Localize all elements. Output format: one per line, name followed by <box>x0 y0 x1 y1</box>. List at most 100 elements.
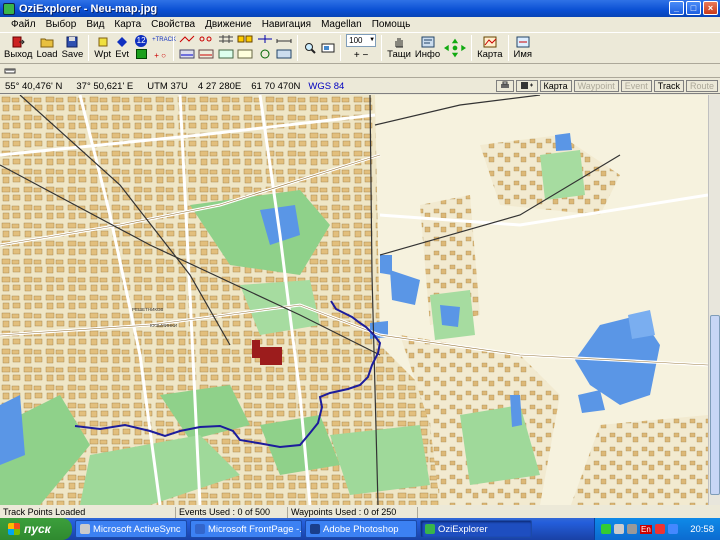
waypoint-button[interactable]: Wpt <box>92 33 113 63</box>
names-show-button[interactable] <box>237 34 253 47</box>
range-rings-button[interactable] <box>257 49 273 62</box>
ruler-icon[interactable] <box>4 65 16 76</box>
chevron-down-icon: ▼ <box>369 37 376 43</box>
info-button[interactable]: Инфо <box>413 33 442 63</box>
task-activesync[interactable]: Microsoft ActiveSync <box>75 520 187 538</box>
save-button[interactable]: Save <box>60 33 86 63</box>
exit-icon <box>12 36 25 48</box>
track-show2-button[interactable] <box>198 49 214 62</box>
scroll-thumb[interactable] <box>710 315 720 495</box>
event-icon <box>117 37 128 47</box>
track-number-badge[interactable]: 12 <box>133 34 149 47</box>
zoom-buttons[interactable]: + − <box>346 49 376 62</box>
zoom-select[interactable]: 100 ▼ <box>346 34 377 47</box>
track-controls: 12 +TRACK + ○ <box>131 34 176 62</box>
view-event-button[interactable]: Event <box>620 80 652 92</box>
range-rings-icon <box>260 49 270 59</box>
grid-show-button[interactable] <box>218 34 234 47</box>
route-show-button[interactable] <box>179 34 195 47</box>
moving-map-button[interactable] <box>218 49 234 62</box>
names-icon <box>237 35 253 43</box>
secondary-toolbar <box>0 64 720 78</box>
network-tray-icon[interactable] <box>614 524 624 534</box>
menu-bar: Файл Выбор Вид Карта Свойства Движение Н… <box>0 17 720 32</box>
map-canvas[interactable]: РЕШЕТНИКОВ КУЗЬМИНКИ <box>0 95 708 505</box>
grid-lines-button[interactable] <box>257 34 273 47</box>
track-show-button[interactable] <box>179 49 195 62</box>
route-icon <box>179 35 195 43</box>
system-tray: En 20:58 <box>594 518 720 540</box>
northing-readout: 61 70 470N <box>251 80 301 92</box>
save-map-button[interactable] <box>515 80 538 92</box>
minimize-button[interactable]: _ <box>669 1 684 15</box>
waypoint-show-button[interactable] <box>198 34 214 47</box>
utm-zone: UTM 37U <box>147 80 188 92</box>
load-button[interactable]: Load <box>34 33 59 63</box>
event-button[interactable]: Evt <box>113 33 131 63</box>
nav-show-button[interactable] <box>276 49 292 62</box>
view-map-button[interactable]: Карта <box>539 80 572 92</box>
print-button[interactable] <box>495 80 514 92</box>
move-map-button[interactable] <box>442 33 468 63</box>
menu-file[interactable]: Файл <box>6 19 41 30</box>
vertical-scrollbar[interactable] <box>708 95 720 505</box>
screen-button[interactable] <box>319 33 337 63</box>
find-button[interactable] <box>301 33 319 63</box>
task-frontpage[interactable]: Microsoft FrontPage -... <box>190 520 302 538</box>
hand-drag-button[interactable]: Тащи <box>385 33 413 63</box>
datum-readout: WGS 84 <box>308 80 345 92</box>
name-icon <box>516 36 530 48</box>
menu-select[interactable]: Выбор <box>41 19 82 30</box>
menu-magellan[interactable]: Magellan <box>316 19 367 30</box>
clock: 20:58 <box>690 523 714 535</box>
track-color-button[interactable] <box>133 49 149 62</box>
view-waypoint-button[interactable]: Waypoint <box>573 80 619 92</box>
language-indicator[interactable]: En <box>640 524 652 534</box>
exit-button[interactable]: Выход <box>2 33 34 63</box>
frontpage-icon <box>195 524 205 534</box>
taskbar: пуск Microsoft ActiveSync Microsoft Fron… <box>0 518 720 540</box>
maximize-button[interactable]: □ <box>686 1 701 15</box>
title-bar[interactable]: OziExplorer - Neu-map.jpg _ □ × <box>0 0 720 17</box>
task-photoshop[interactable]: Adobe Photoshop <box>305 520 417 538</box>
track-plus-button[interactable]: + ○ <box>152 49 168 62</box>
status-track-points: Track Points Loaded <box>0 507 176 518</box>
status-bar: Track Points Loaded Events Used : 0 of 5… <box>0 507 720 518</box>
map-button[interactable]: Карта <box>475 33 504 63</box>
menu-help[interactable]: Помощь <box>367 19 416 30</box>
view-track-button[interactable]: Track <box>653 80 684 92</box>
magnifier-icon <box>305 42 316 54</box>
window-title: OziExplorer - Neu-map.jpg <box>19 2 158 15</box>
start-button[interactable]: пуск <box>0 518 72 540</box>
menu-properties[interactable]: Свойства <box>146 19 200 30</box>
menu-map[interactable]: Карта <box>109 19 146 30</box>
track-show-icon <box>179 49 195 59</box>
menu-view[interactable]: Вид <box>81 19 109 30</box>
show-controls-2 <box>216 34 255 62</box>
name-button[interactable]: Имя <box>512 33 535 63</box>
monitor-tray-icon[interactable] <box>667 524 678 534</box>
task-oziexplorer[interactable]: OziExplorer <box>420 520 532 538</box>
menu-navigation[interactable]: Навигация <box>257 19 316 30</box>
move-arrows-icon <box>444 38 467 57</box>
windows-logo-icon <box>8 523 20 535</box>
longitude-readout: 37° 50,621' E <box>76 80 134 92</box>
waypoint-list-icon <box>199 36 212 42</box>
map-image[interactable]: РЕШЕТНИКОВ КУЗЬМИНКИ <box>0 95 708 505</box>
latitude-readout: 55° 40,476' N <box>5 80 63 92</box>
volume-tray-icon[interactable] <box>627 524 637 534</box>
hand-icon <box>395 38 404 48</box>
close-button[interactable]: × <box>703 1 718 15</box>
screen-icon <box>321 43 335 52</box>
map-show-button[interactable] <box>237 49 253 62</box>
shield-tray-icon[interactable] <box>654 524 665 534</box>
scale-button[interactable] <box>276 34 292 47</box>
status-waypoints: Waypoints Used : 0 of 250 <box>288 507 418 518</box>
menu-moving[interactable]: Движение <box>200 19 257 30</box>
activesync-tray-icon[interactable] <box>601 524 611 534</box>
add-track-button[interactable]: +TRACK <box>152 34 176 47</box>
view-route-button[interactable]: Route <box>685 80 718 92</box>
activesync-icon <box>80 524 90 534</box>
district-label-1: РЕШЕТНИКОВ <box>132 307 163 312</box>
show-controls-3 <box>255 34 294 62</box>
